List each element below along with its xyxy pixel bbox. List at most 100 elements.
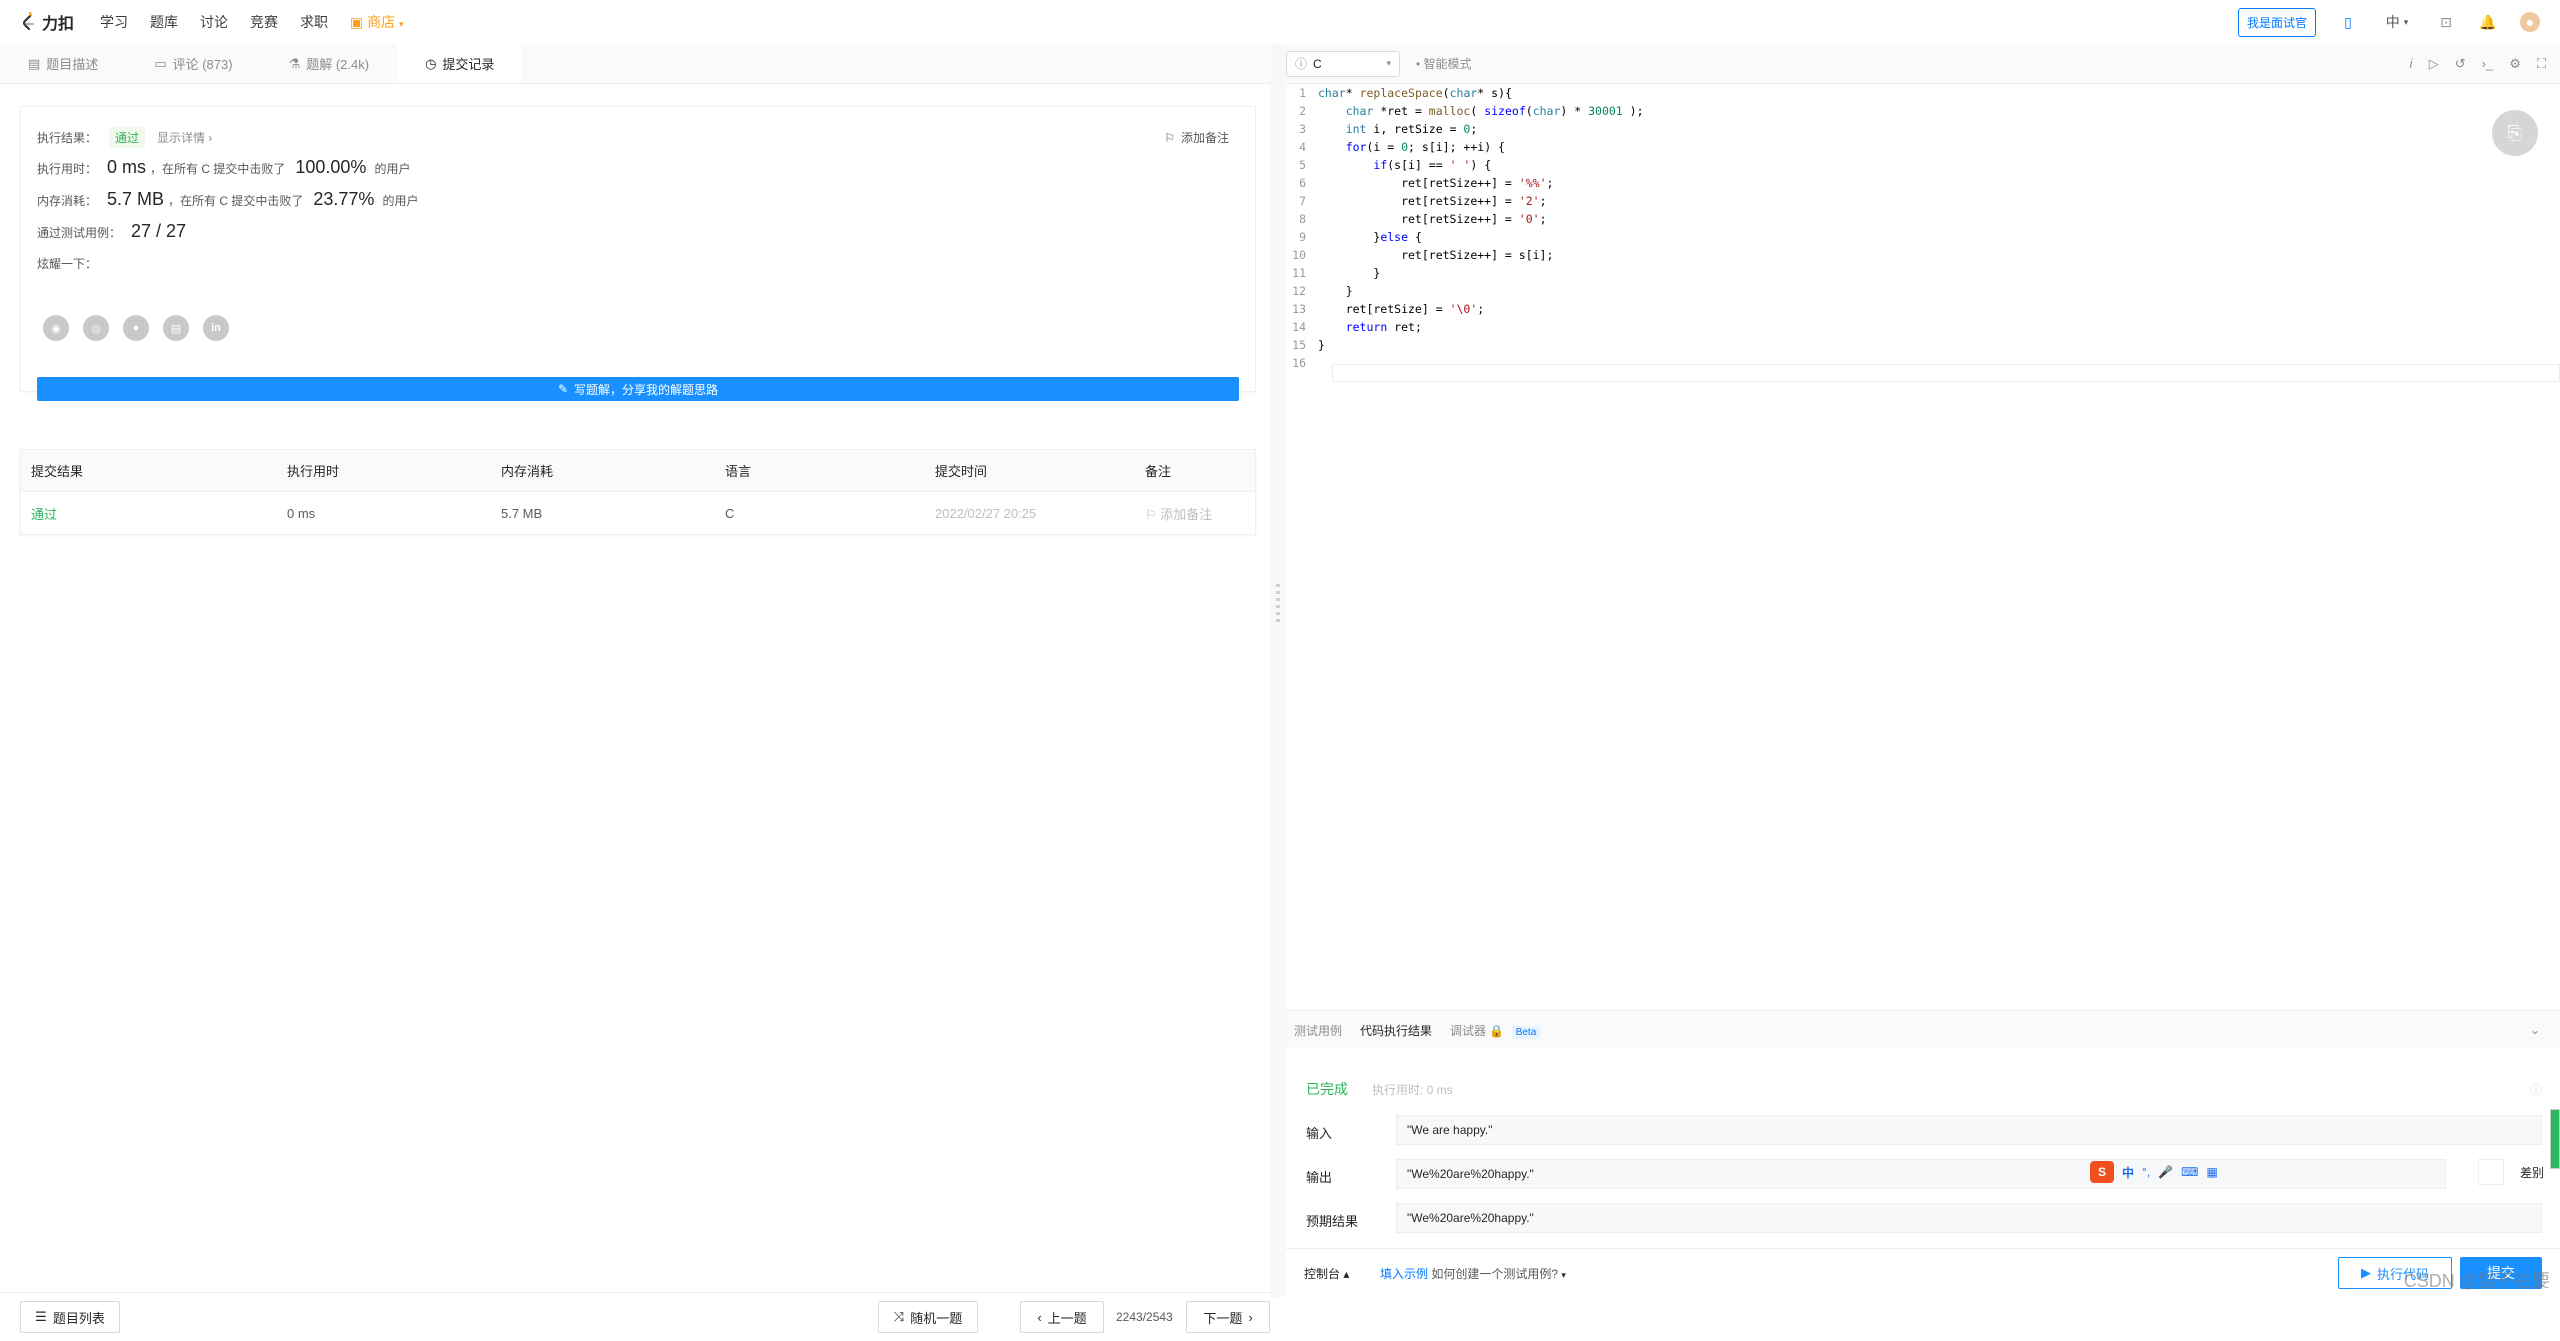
panel-resize-handle[interactable]: [1270, 44, 1286, 1297]
language-switch[interactable]: 中 ▾: [2380, 12, 2414, 32]
code-line[interactable]: 12 }: [1286, 282, 2560, 300]
add-note-button[interactable]: ⚐ 添加备注: [1164, 129, 1229, 146]
tab-submissions[interactable]: ◷ 提交记录: [397, 44, 523, 83]
avatar[interactable]: ●: [2520, 12, 2540, 32]
code-line[interactable]: 9 }else {: [1286, 228, 2560, 246]
nav-store[interactable]: ▣ 商店 ▾: [350, 12, 404, 32]
apps-icon: ▦: [2206, 1165, 2218, 1179]
output-label: 输出: [1306, 1170, 1333, 1185]
row-language: C: [725, 505, 735, 521]
info-italic-icon[interactable]: 𝑖: [2409, 56, 2412, 72]
prev-problem-button[interactable]: ‹ 上一题: [1020, 1301, 1104, 1333]
write-solution-button[interactable]: ✎ 写题解，分享我的解题思路: [37, 377, 1239, 401]
diff-toggle[interactable]: 差别: [2477, 1159, 2544, 1185]
tab-comments[interactable]: ▭ 评论 (873): [126, 44, 260, 83]
tab-description[interactable]: ▤ 题目描述: [0, 44, 126, 83]
fullscreen-icon[interactable]: ⛶: [2537, 56, 2546, 72]
editor-bottom-bar: 控制台 ▴ 填入示例 如何创建一个测试用例? ▾ ▶ 执行代码 提交 CSDN …: [1286, 1248, 2560, 1297]
pencil-icon: ✎: [557, 382, 569, 396]
line-number: 15: [1292, 338, 1306, 352]
interviewer-button[interactable]: 我是面试官: [2237, 7, 2316, 37]
punctuation-icon: °,: [2142, 1165, 2151, 1179]
random-problem-button[interactable]: ⤨ 随机一题: [878, 1301, 978, 1333]
code-line[interactable]: 8 ret[retSize++] = '0';: [1286, 210, 2560, 228]
nav-learn[interactable]: 学习: [100, 12, 128, 32]
language-select[interactable]: ⓘ C ▾: [1286, 50, 1400, 77]
keyboard-icon: ⌨: [2181, 1165, 2199, 1179]
bookmark-icon[interactable]: ⎘: [2492, 110, 2538, 156]
row-note-label: 添加备注: [1160, 506, 1213, 522]
code-line[interactable]: 10 ret[retSize++] = s[i];: [1286, 246, 2560, 264]
code-text: char *ret = malloc( sizeof(char) * 30001…: [1345, 104, 1644, 118]
tab-solutions[interactable]: ⚗ 题解 (2.4k): [261, 44, 398, 83]
notification-bell-icon[interactable]: 🔔: [2478, 12, 2498, 32]
result-row: 执行结果： 通过 显示详情 ›: [37, 127, 212, 148]
qq-icon[interactable]: ●: [123, 315, 149, 341]
nav-jobs[interactable]: 求职: [300, 12, 328, 32]
scroll-indicator[interactable]: [2550, 1109, 2560, 1169]
code-text: }: [1318, 284, 1353, 298]
row-status[interactable]: 通过: [21, 504, 287, 523]
help-icon[interactable]: ⓘ: [2530, 1081, 2542, 1098]
code-line[interactable]: 15}: [1286, 336, 2560, 354]
code-line[interactable]: 3 int i, retSize = 0;: [1286, 120, 2560, 138]
code-line[interactable]: 4 for(i = 0; s[i]; ++i) {: [1286, 138, 2560, 156]
fill-example-link[interactable]: 填入示例: [1380, 1267, 1428, 1281]
douban-icon[interactable]: ▤: [163, 315, 189, 341]
code-editor[interactable]: 1 char* replaceSpace(char* s){2 char *ret…: [1286, 84, 2560, 654]
brand-logo[interactable]: 力扣: [20, 10, 74, 34]
tab-run-result[interactable]: 代码执行结果: [1360, 1022, 1432, 1039]
playground-icon[interactable]: ⊡: [2436, 12, 2456, 32]
problem-list-button[interactable]: ☰ 题目列表: [20, 1301, 120, 1333]
chevron-left-icon: ‹: [1037, 1309, 1042, 1325]
collapse-chevron-icon[interactable]: ⌄: [2530, 1023, 2540, 1037]
share-row: 炫耀一下：: [37, 255, 97, 272]
code-text: }: [1318, 266, 1381, 280]
show-details-link[interactable]: 显示详情 ›: [157, 129, 212, 146]
line-number: 10: [1292, 248, 1306, 262]
row-add-note[interactable]: ⚐ 添加备注: [1145, 504, 1255, 523]
code-line[interactable]: 1 char* replaceSpace(char* s){: [1286, 84, 2560, 102]
nav-store-label: 商店: [367, 14, 396, 30]
code-line[interactable]: 14 return ret;: [1286, 318, 2560, 336]
code-line[interactable]: 6 ret[retSize++] = '%%';: [1286, 174, 2560, 192]
ime-toolbar[interactable]: S 中 °, 🎤 ⌨ ▦: [2090, 1161, 2218, 1183]
code-line[interactable]: 7 ret[retSize++] = '2';: [1286, 192, 2560, 210]
smart-mode-toggle[interactable]: • 智能模式: [1416, 55, 1472, 72]
mobile-icon[interactable]: ▯: [2338, 12, 2358, 32]
settings-icon[interactable]: ⚙: [2509, 56, 2521, 72]
runtime-label: 执行用时：: [37, 162, 98, 176]
reset-icon[interactable]: ↺: [2455, 56, 2466, 72]
diff-checkbox[interactable]: [2477, 1159, 2504, 1185]
write-solution-label: 写题解，分享我的解题思路: [574, 382, 719, 397]
terminal-icon[interactable]: ›_: [2482, 56, 2494, 72]
line-number: 16: [1292, 356, 1306, 370]
code-line[interactable]: 11 }: [1286, 264, 2560, 282]
dot-icon: •: [1416, 57, 1421, 71]
current-line-highlight: [1332, 364, 2560, 382]
play-icon[interactable]: ▷: [2429, 56, 2439, 72]
table-row[interactable]: 通过 0 ms 5.7 MB C 2022/02/27 20:25 ⚐ 添加备注: [21, 492, 1255, 534]
line-number: 5: [1299, 158, 1306, 172]
console-toggle[interactable]: 控制台 ▴: [1304, 1265, 1349, 1282]
testcases-label: 通过测试用例：: [37, 226, 122, 240]
weibo-icon[interactable]: ◎: [83, 315, 109, 341]
wechat-icon[interactable]: ◉: [43, 315, 69, 341]
problem-tabs: ▤ 题目描述 ▭ 评论 (873) ⚗ 题解 (2.4k) ◷ 提交记录: [0, 44, 1270, 84]
next-label: 下一题: [1203, 1310, 1243, 1326]
next-problem-button[interactable]: 下一题 ›: [1186, 1301, 1270, 1333]
nav-discuss[interactable]: 讨论: [200, 12, 228, 32]
chevron-down-icon: ▾: [1561, 1269, 1566, 1280]
tab-testcases[interactable]: 测试用例: [1294, 1022, 1342, 1039]
memory-beat-text: ，在所有 C 提交中击败了: [168, 194, 304, 208]
create-case-help[interactable]: 如何创建一个测试用例?: [1431, 1267, 1558, 1281]
linkedin-icon[interactable]: in: [203, 315, 229, 341]
nav-problems[interactable]: 题库: [150, 12, 178, 32]
language-value: C: [1313, 56, 1322, 71]
code-line[interactable]: 2 char *ret = malloc( sizeof(char) * 300…: [1286, 102, 2560, 120]
nav-contest[interactable]: 竞赛: [250, 12, 278, 32]
document-icon: ▤: [28, 55, 41, 71]
code-line[interactable]: 13 ret[retSize] = '\0';: [1286, 300, 2560, 318]
code-line[interactable]: 5 if(s[i] == ' ') {: [1286, 156, 2560, 174]
tab-debugger[interactable]: 调试器 🔒 Beta: [1450, 1022, 1541, 1039]
